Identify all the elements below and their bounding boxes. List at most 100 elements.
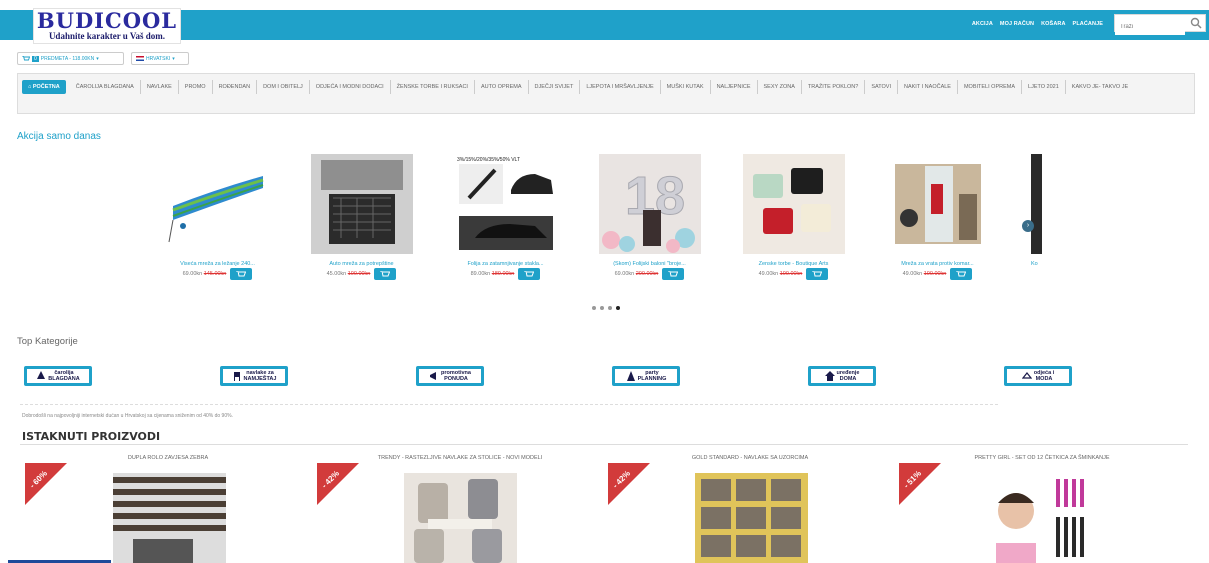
deal-price-row: 49.00kn 100.00kn xyxy=(736,268,851,280)
cart-icon xyxy=(812,270,823,276)
category-navlake[interactable]: navlake za NAMJEŠTAJ xyxy=(220,366,288,386)
menu-item[interactable]: SATOVI xyxy=(865,80,898,94)
cart-label: PREDMETA - 118.00KN xyxy=(40,55,95,62)
price-new: 69.00kn xyxy=(182,271,203,277)
menu-item[interactable]: DJEČJI SVIJET xyxy=(529,80,581,94)
menu-item[interactable]: ŽENSKE TORBE I RUKSACI xyxy=(391,80,475,94)
deal-title[interactable]: Auto mreža za potrepštine xyxy=(304,261,419,267)
menu-item[interactable]: KAKVO JE- TAKVO JE xyxy=(1066,80,1134,94)
featured-product-image[interactable] xyxy=(404,473,517,563)
hanger-icon xyxy=(1021,372,1032,379)
product-image[interactable] xyxy=(310,154,413,254)
flag-icon xyxy=(136,56,144,61)
menu-item-pocetna[interactable]: ⌂ POČETNA xyxy=(22,80,66,94)
add-to-cart-button[interactable] xyxy=(662,268,685,280)
add-to-cart-button[interactable] xyxy=(950,268,973,280)
menu-item[interactable]: TRAŽITE POKLON? xyxy=(802,80,866,94)
deal-price-row: 45.00kn 100.00kn xyxy=(304,268,419,280)
featured-product-image[interactable] xyxy=(113,473,226,563)
category-banner: party PLANNING xyxy=(615,369,677,383)
menu-item[interactable]: SEXY ZONA xyxy=(758,80,802,94)
menu-items: ⌂ POČETNA ČAROLIJA BLAGDANA NAVLAKE PROM… xyxy=(22,80,1182,96)
deal-price: 69.00kn 145.00kn xyxy=(183,271,227,277)
add-to-cart-button[interactable] xyxy=(806,268,829,280)
carousel-dot[interactable] xyxy=(600,306,604,310)
menu-item[interactable]: NAKIT I NAOČALE xyxy=(898,80,958,94)
price-new: 49.00kn xyxy=(902,271,923,277)
category-banner: navlake za NAMJEŠTAJ xyxy=(223,369,285,383)
carousel-dots xyxy=(592,306,620,310)
menu-item[interactable]: LJETO 2021 xyxy=(1022,80,1066,94)
carousel-dot[interactable] xyxy=(616,306,620,310)
category-carolija[interactable]: čarolija BLAGDANA xyxy=(24,366,92,386)
featured-product-image[interactable] xyxy=(695,473,808,563)
language-button[interactable]: HRVATSKI ▾ xyxy=(131,52,189,65)
category-line-2: PLANNING xyxy=(637,376,667,382)
deal-price-row: 69.00kn 145.00kn xyxy=(160,268,275,280)
add-to-cart-button[interactable] xyxy=(374,268,397,280)
category-party[interactable]: party PLANNING xyxy=(612,366,680,386)
featured-product-title[interactable]: PRETTY GIRL - SET OD 12 ČETKICA ZA ŠMINK… xyxy=(942,455,1142,461)
category-label: promotivna PONUDA xyxy=(441,370,471,382)
deal-price: 89.00kn 189.00kn xyxy=(471,271,515,277)
menu-item[interactable]: DOM I OBITELJ xyxy=(257,80,310,94)
cart-icon xyxy=(236,270,247,276)
divider xyxy=(20,404,998,405)
search-input[interactable] xyxy=(1115,19,1185,35)
menu-item[interactable]: ODJEĆA I MODNI DODACI xyxy=(310,80,391,94)
discount-badge: - 60% xyxy=(25,463,67,505)
category-banner: promotivna PONUDA xyxy=(419,369,481,383)
deal-title[interactable]: Viseća mreža za ležanje 240... xyxy=(160,261,275,267)
product-image[interactable] xyxy=(1031,154,1042,254)
product-image[interactable] xyxy=(166,154,269,254)
price-old: 100.00kn xyxy=(347,271,371,277)
featured-product-title[interactable]: DUPLA ROLO ZAVJESA ZEBRA xyxy=(68,455,268,461)
search-icon[interactable] xyxy=(1190,17,1202,29)
menu-item[interactable]: LJEPOTA I MRŠAVLJENJE xyxy=(580,80,661,94)
deal-card[interactable]: Auto mreža za potrepštine 45.00kn 100.00… xyxy=(304,154,419,280)
add-to-cart-button[interactable] xyxy=(518,268,541,280)
product-image[interactable] xyxy=(886,154,989,254)
category-line-2: BLAGDANA xyxy=(48,376,80,382)
category-uredenje[interactable]: uređenje DOMA xyxy=(808,366,876,386)
product-image[interactable]: 18 xyxy=(598,154,701,254)
logo-tagline: Udahnite karakter u Vaš dom. xyxy=(48,31,166,41)
deal-card[interactable]: Ženske torbe - Boutique Arts 49.00kn 100… xyxy=(736,154,851,280)
deal-title[interactable]: Ženske torbe - Boutique Arts xyxy=(736,261,851,267)
featured-product-title[interactable]: TRENDY - RASTEZLJIVE NAVLAKE ZA STOLICE … xyxy=(360,455,560,461)
carousel-next-icon[interactable]: › xyxy=(1022,220,1034,232)
menu-item[interactable]: PROMO xyxy=(179,80,213,94)
product-image[interactable]: 3%/15%/20%/35%/50% VLT xyxy=(454,154,557,254)
add-to-cart-button[interactable] xyxy=(230,268,253,280)
deal-title[interactable]: (Škom) Folijski baloni "broje... xyxy=(592,261,707,267)
menu-item[interactable]: MOBITELI OPREMA xyxy=(958,80,1023,94)
product-image[interactable] xyxy=(742,154,845,254)
deal-card[interactable]: Mreža za vrata protiv komar... 49.00kn 1… xyxy=(880,154,995,280)
menu-item[interactable]: AUTO OPREMA xyxy=(475,80,529,94)
cart-button[interactable]: 0 PREDMETA - 118.00KN ▾ xyxy=(17,52,124,65)
category-promotivna[interactable]: promotivna PONUDA xyxy=(416,366,484,386)
topnav-akcija[interactable]: AKCIJA xyxy=(972,21,993,27)
deal-title[interactable]: Ko xyxy=(1031,261,1038,267)
discount-badge: - 42% xyxy=(317,463,359,505)
deal-title[interactable]: Mreža za vrata protiv komar... xyxy=(880,261,995,267)
menu-item[interactable]: NAVLAKE xyxy=(141,80,179,94)
logo[interactable]: BUDICOOL Udahnite karakter u Vaš dom. xyxy=(33,8,181,44)
house-icon xyxy=(824,371,835,381)
menu-item[interactable]: MUŠKI KUTAK xyxy=(661,80,711,94)
featured-product-title[interactable]: GOLD STANDARD - NAVLAKE SA UZORCIMA xyxy=(650,455,850,461)
topnav-kosara[interactable]: KOŠARA xyxy=(1041,21,1065,27)
deal-card[interactable]: 18 (Škom) Folijski baloni "broje... 69.0… xyxy=(592,154,707,280)
deal-card[interactable]: 3%/15%/20%/35%/50% VLT Folija za zatamnj… xyxy=(448,154,563,280)
deal-card[interactable]: Viseća mreža za ležanje 240... 69.00kn 1… xyxy=(160,154,275,280)
category-odjeca[interactable]: odjeća i MODA xyxy=(1004,366,1072,386)
featured-product-image[interactable] xyxy=(986,473,1099,563)
carousel-dot[interactable] xyxy=(608,306,612,310)
deal-title[interactable]: Folija za zatamnjivanje stakla... xyxy=(448,261,563,267)
menu-item[interactable]: ČAROLIJA BLAGDANA xyxy=(70,80,141,94)
topnav-placanje[interactable]: PLAĆANJE xyxy=(1073,21,1103,27)
menu-item[interactable]: NALJEPNICE xyxy=(711,80,758,94)
carousel-dot[interactable] xyxy=(592,306,596,310)
topnav-moj-racun[interactable]: MOJ RAČUN xyxy=(1000,21,1034,27)
menu-item[interactable]: ROĐENDAN xyxy=(213,80,258,94)
